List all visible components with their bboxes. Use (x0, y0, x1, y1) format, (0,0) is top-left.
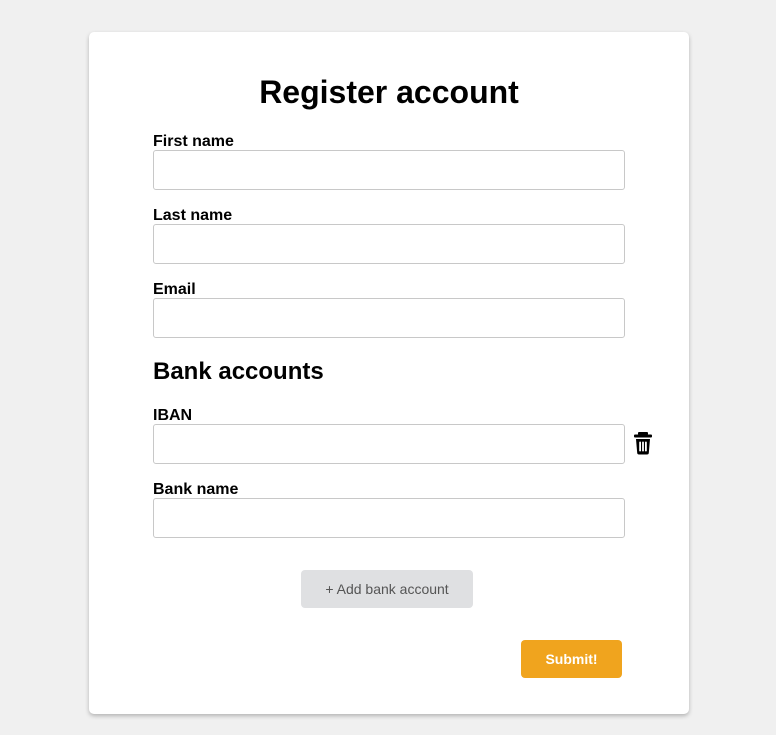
iban-label: IBAN (153, 407, 193, 424)
submit-button[interactable]: Submit! (521, 640, 622, 678)
last-name-field[interactable] (153, 224, 625, 264)
page-title: Register account (259, 74, 519, 110)
bank-name-label: Bank name (153, 481, 239, 498)
bank-accounts-heading: Bank accounts (153, 358, 324, 385)
last-name-label: Last name (153, 207, 233, 224)
iban-field[interactable] (153, 424, 625, 464)
email-field[interactable] (153, 298, 625, 338)
add-bank-account-button[interactable]: + Add bank account (301, 570, 473, 608)
register-form-card: Register account First name Last name Em… (89, 32, 689, 714)
bank-name-field[interactable] (153, 498, 625, 538)
email-label: Email (153, 281, 196, 298)
first-name-label: First name (153, 133, 234, 150)
first-name-field[interactable] (153, 150, 625, 190)
trash-icon[interactable] (632, 431, 654, 455)
